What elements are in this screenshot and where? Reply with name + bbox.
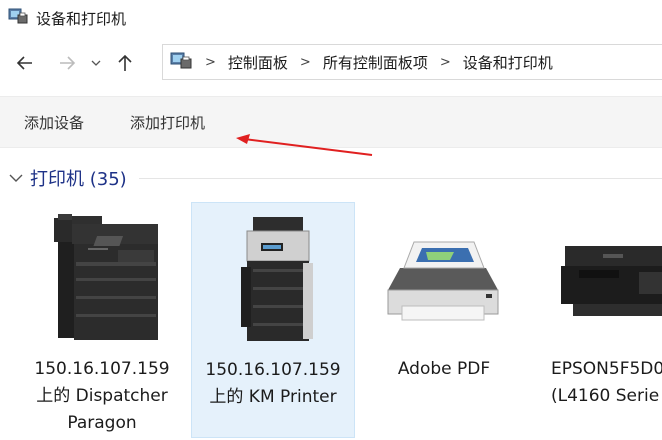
section-title: 打印机 (35) (30, 169, 127, 190)
printer-name-line: 150.16.107.159 (34, 359, 170, 379)
breadcrumb-item[interactable]: 所有控制面板项 (323, 52, 428, 73)
mfp-printer-icon (32, 206, 172, 346)
chevron-right-icon: > (205, 54, 216, 70)
arrow-left-icon (16, 56, 32, 70)
printer-item[interactable]: 150.16.107.159 上的 Dispatcher Paragon (20, 202, 184, 438)
arrow-right-icon (60, 56, 76, 70)
chevron-down-icon (91, 60, 101, 66)
title-bar: 设备和打印机 (0, 0, 662, 36)
printer-name-line: 上的 KM Printer (209, 387, 337, 407)
printer-name-line: (L4160 Serie (551, 386, 660, 406)
chevron-right-icon: > (299, 54, 311, 70)
window-title: 设备和打印机 (36, 9, 127, 28)
chevron-right-icon: > (439, 54, 451, 70)
chevron-down-icon (9, 174, 23, 182)
mfp-printer-icon (203, 207, 343, 347)
printer-name-line: Paragon (67, 413, 137, 433)
breadcrumb-item[interactable]: 设备和打印机 (463, 52, 553, 73)
up-button[interactable] (108, 46, 142, 80)
breadcrumb-item[interactable]: 控制面板 (228, 52, 288, 73)
command-toolbar: 添加设备 添加打印机 (0, 96, 662, 148)
arrow-up-icon (118, 54, 132, 71)
forward-button[interactable] (50, 46, 84, 80)
printer-name-line: Adobe PDF (397, 359, 491, 379)
printer-name-line: EPSON5F5D0 (551, 359, 662, 379)
inkjet-printer-icon (543, 206, 662, 346)
devices-printers-icon (8, 7, 28, 29)
add-printer-button[interactable]: 添加打印机 (122, 106, 213, 139)
back-button[interactable] (8, 46, 42, 80)
recent-locations-button[interactable] (84, 46, 108, 80)
printer-item[interactable]: EPSON5F5D0 (L4160 Serie (533, 202, 662, 438)
printer-name-line: 150.16.107.159 (205, 360, 341, 380)
address-bar[interactable]: > 控制面板 > 所有控制面板项 > 设备和打印机 (162, 44, 662, 80)
printer-item[interactable]: Adobe PDF (362, 202, 526, 438)
printers-section-header[interactable]: 打印机 (35) (0, 160, 662, 196)
printer-item-selected[interactable]: 150.16.107.159 上的 KM Printer (191, 202, 355, 438)
control-panel-icon (169, 50, 193, 74)
add-device-button[interactable]: 添加设备 (16, 106, 92, 139)
section-divider (138, 177, 662, 179)
pdf-printer-icon (374, 206, 514, 346)
printer-name-line: 上的 Dispatcher (36, 386, 168, 406)
